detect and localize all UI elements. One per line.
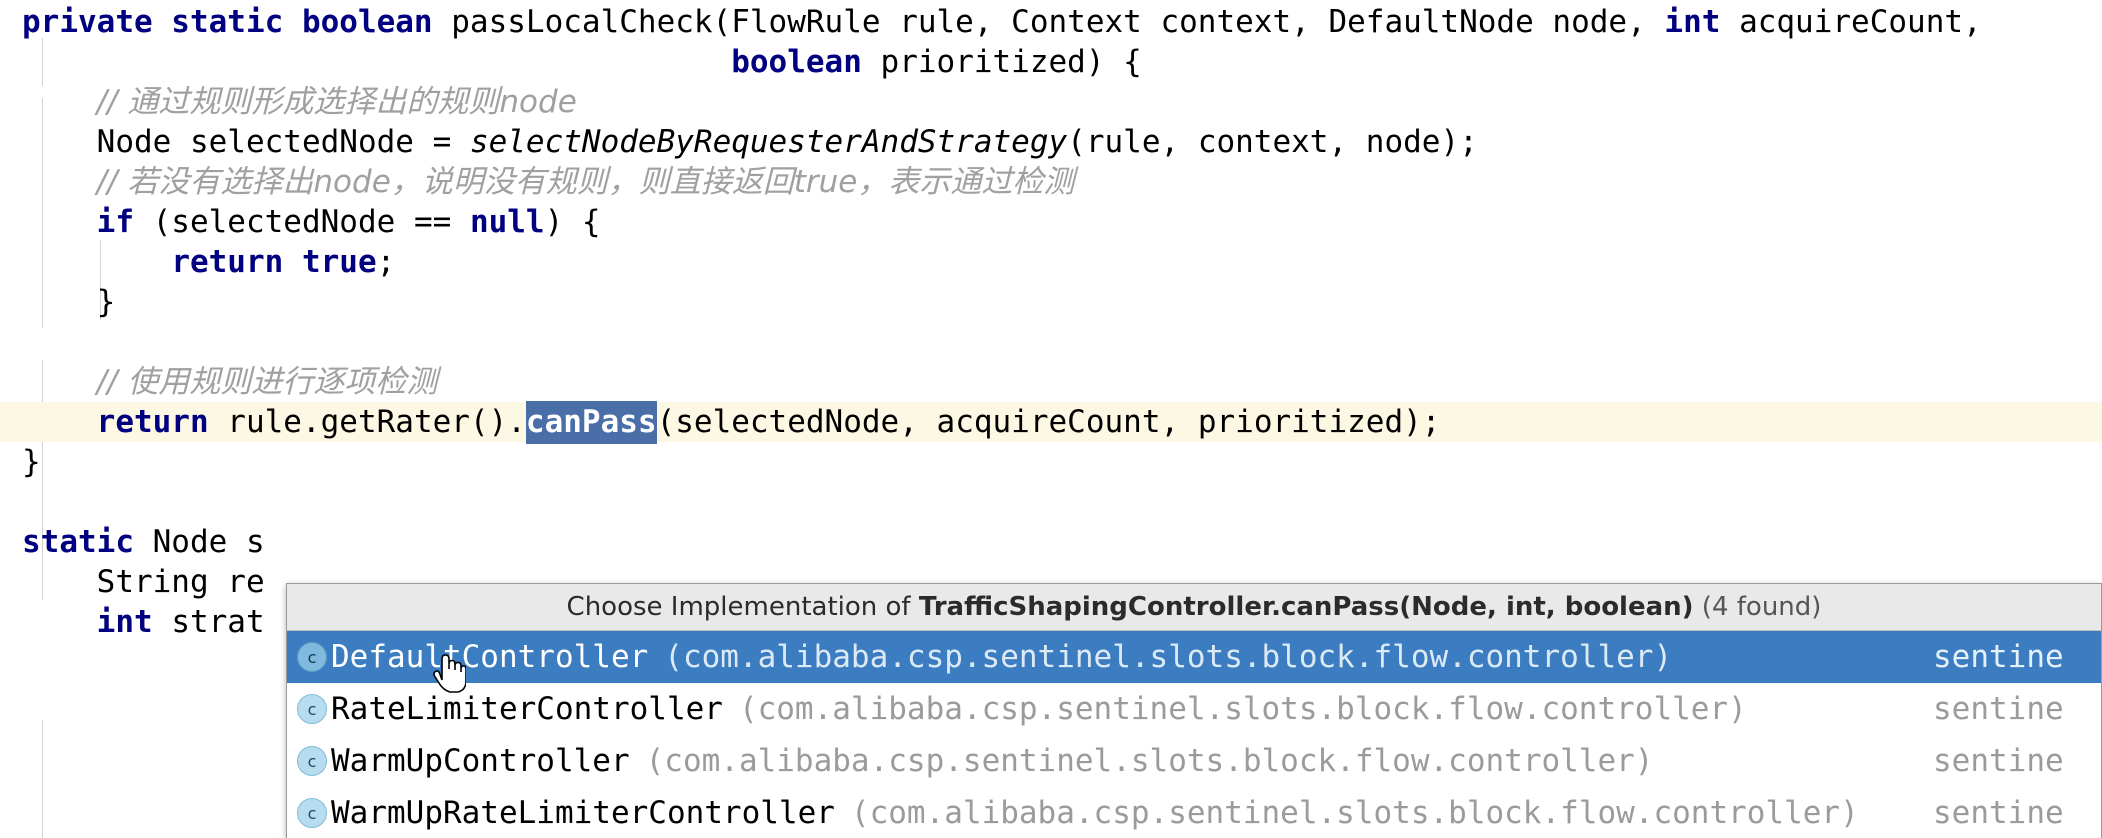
code-line-content: static Node s bbox=[0, 524, 265, 560]
line-signature-1: private static boolean passLocalCheck(Fl… bbox=[0, 2, 2102, 42]
code-token: passLocalCheck(FlowRule rule, Context co… bbox=[451, 4, 1665, 40]
code-line-content: // 通过规则形成选择出的规则node bbox=[0, 84, 577, 120]
code-line-content bbox=[0, 484, 22, 520]
popup-header-prefix: Choose Implementation of bbox=[566, 592, 919, 622]
code-line-content: } bbox=[0, 444, 41, 480]
choose-implementation-popup[interactable]: Choose Implementation of TrafficShapingC… bbox=[286, 583, 2102, 838]
implementation-class-name: WarmUpRateLimiterController bbox=[331, 795, 835, 831]
code-token: int bbox=[96, 604, 153, 640]
implementation-module: sentine bbox=[1933, 795, 2064, 831]
class-icon: c bbox=[297, 694, 327, 724]
code-line-content: return true; bbox=[0, 244, 395, 280]
line-comment-2: // 若没有选择出node，说明没有规则，则直接返回true，表示通过检测 bbox=[0, 162, 2102, 202]
code-line-content: boolean prioritized) { bbox=[0, 44, 1142, 80]
code-line-content: return rule.getRater().canPass(selectedN… bbox=[0, 401, 1441, 444]
code-line-content: // 若没有选择出node，说明没有规则，则直接返回true，表示通过检测 bbox=[0, 164, 1075, 200]
code-token: prioritized) { bbox=[861, 44, 1142, 80]
code-line-content bbox=[0, 324, 22, 360]
line-static-node: static Node s bbox=[0, 522, 2102, 562]
class-icon: c bbox=[297, 798, 327, 828]
line-return-true: return true; bbox=[0, 242, 2102, 282]
code-token: } bbox=[22, 444, 41, 480]
implementation-class-name: RateLimiterController bbox=[331, 691, 723, 727]
code-token: (selectedNode == bbox=[133, 204, 470, 240]
code-token: selectNodeByRequesterAndStrategy bbox=[469, 124, 1068, 160]
code-token: ) { bbox=[544, 204, 601, 240]
implementation-module: sentine bbox=[1933, 743, 2064, 779]
code-line-content: Node selectedNode = selectNodeByRequeste… bbox=[0, 124, 1478, 160]
class-icon: c bbox=[297, 746, 327, 776]
code-token: // 若没有选择出node，说明没有规则，则直接返回true，表示通过检测 bbox=[96, 164, 1075, 200]
code-token: Node selectedNode = bbox=[22, 124, 470, 160]
implementation-package: (com.alibaba.csp.sentinel.slots.block.fl… bbox=[738, 691, 1747, 727]
code-line-content: if (selectedNode == null) { bbox=[0, 204, 601, 240]
line-if-null: if (selectedNode == null) { bbox=[0, 202, 2102, 242]
code-token: strat bbox=[152, 604, 265, 640]
line-close-if: } bbox=[0, 282, 2102, 322]
line-comment-3: // 使用规则进行逐项检测 bbox=[0, 362, 2102, 402]
code-token: // 使用规则进行逐项检测 bbox=[96, 364, 438, 400]
code-token: ; bbox=[376, 244, 396, 280]
line-select-node: Node selectedNode = selectNodeByRequeste… bbox=[0, 122, 2102, 162]
popup-header-signature: TrafficShapingController.canPass(Node, i… bbox=[918, 592, 1694, 622]
indent-guide bbox=[42, 720, 43, 838]
implementation-list-item[interactable]: c RateLimiterController (com.alibaba.csp.s… bbox=[287, 683, 2101, 735]
code-line-content: // 使用规则进行逐项检测 bbox=[0, 364, 438, 400]
code-token: // 通过规则形成选择出的规则node bbox=[96, 84, 577, 120]
line-comment-1: // 通过规则形成选择出的规则node bbox=[0, 82, 2102, 122]
line-blank-2 bbox=[0, 482, 2102, 522]
implementation-package: (com.alibaba.csp.sentinel.slots.block.fl… bbox=[645, 743, 1654, 779]
code-line-content: String re bbox=[0, 564, 265, 600]
implementation-package: (com.alibaba.csp.sentinel.slots.block.fl… bbox=[850, 795, 1859, 831]
code-token: (selectedNode, acquireCount, prioritized… bbox=[656, 404, 1441, 440]
line-close-method: } bbox=[0, 442, 2102, 482]
code-token: } bbox=[22, 284, 116, 320]
code-token: private static boolean bbox=[22, 4, 452, 40]
line-signature-2: boolean prioritized) { bbox=[0, 42, 2102, 82]
implementation-list-item[interactable]: c WarmUpRateLimiterController (com.alibaba… bbox=[287, 787, 2101, 838]
popup-header-count: (4 found) bbox=[1693, 592, 1822, 622]
selected-token: canPass bbox=[525, 401, 657, 444]
line-blank-1 bbox=[0, 322, 2102, 362]
implementation-class-name: DefaultController bbox=[331, 639, 649, 675]
code-token: Node s bbox=[133, 524, 265, 560]
implementation-module: sentine bbox=[1933, 639, 2064, 675]
code-line-content: private static boolean passLocalCheck(Fl… bbox=[0, 4, 1982, 40]
implementation-list-item[interactable]: c DefaultController (com.alibaba.csp.senti… bbox=[287, 631, 2101, 683]
code-token: boolean bbox=[731, 44, 862, 80]
class-icon: c bbox=[297, 642, 327, 672]
code-token: rule.getRater(). bbox=[208, 404, 526, 440]
implementation-class-name: WarmUpController bbox=[331, 743, 630, 779]
code-token: null bbox=[469, 204, 545, 240]
code-line-content: } bbox=[0, 284, 116, 320]
code-token: int bbox=[1664, 4, 1721, 40]
code-token: acquireCount, bbox=[1720, 4, 1982, 40]
code-token: if bbox=[96, 204, 134, 240]
line-return-canpass: return rule.getRater().canPass(selectedN… bbox=[0, 401, 2102, 444]
implementation-module: sentine bbox=[1933, 691, 2064, 727]
code-token: static bbox=[22, 524, 134, 560]
implementation-package: (com.alibaba.csp.sentinel.slots.block.fl… bbox=[664, 639, 1673, 675]
code-token: return true bbox=[171, 244, 377, 280]
popup-header: Choose Implementation of TrafficShapingC… bbox=[287, 584, 2101, 631]
implementation-list[interactable]: c DefaultController (com.alibaba.csp.senti… bbox=[287, 631, 2101, 838]
implementation-list-item[interactable]: c WarmUpController (com.alibaba.csp.sentin… bbox=[287, 735, 2101, 787]
code-token: String re bbox=[22, 564, 265, 600]
code-line-content: int strat bbox=[0, 604, 265, 640]
ide-editor-window: private static boolean passLocalCheck(Fl… bbox=[0, 0, 2102, 838]
code-token: (rule, context, node); bbox=[1067, 124, 1478, 160]
code-token: return bbox=[96, 404, 209, 440]
